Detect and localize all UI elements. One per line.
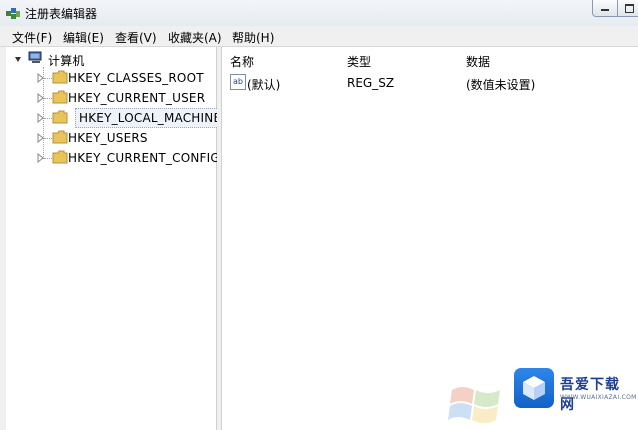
folder-icon <box>52 90 68 104</box>
string-value-icon: ab <box>230 74 246 90</box>
menu-edit[interactable]: 编辑(E) <box>61 29 106 46</box>
tree-item-label: HKEY_CURRENT_CONFIG <box>68 151 220 165</box>
tree-item-computer[interactable]: 计算机 <box>6 50 206 68</box>
tree-item-hkcr[interactable]: HKEY_CLASSES_ROOT <box>6 69 216 87</box>
tree-item-hkcu[interactable]: HKEY_CURRENT_USER <box>6 89 216 107</box>
column-header-type[interactable]: 类型 <box>347 53 371 70</box>
watermark-site: WWW.WUAIXIAZAI.COM <box>560 394 637 401</box>
menu-bar: 文件(F) 编辑(E) 查看(V) 收藏夹(A) 帮助(H) <box>0 26 638 47</box>
folder-icon <box>52 130 68 144</box>
tree-branch-line <box>44 98 52 99</box>
site-watermark: 吾爱下载网 WWW.WUAIXIAZAI.COM <box>510 368 637 413</box>
tree-branch-line <box>44 118 52 119</box>
tree-item-label: HKEY_CLASSES_ROOT <box>68 71 204 85</box>
tree-item-label: HKEY_CURRENT_USER <box>68 91 206 105</box>
tree-root-label: 计算机 <box>48 54 85 68</box>
tree-branch-line <box>44 78 52 79</box>
expand-arrow-icon[interactable] <box>36 133 44 143</box>
expand-arrow-icon[interactable] <box>36 113 44 123</box>
tree-item-label: HKEY_LOCAL_MACHINE <box>75 108 226 128</box>
collapse-arrow-icon[interactable] <box>14 54 22 64</box>
maximize-button[interactable] <box>617 0 638 17</box>
tree-item-hku[interactable]: HKEY_USERS <box>6 129 216 147</box>
tree-branch-line <box>44 158 52 159</box>
folder-icon <box>52 70 68 84</box>
tree-item-hkcc[interactable]: HKEY_CURRENT_CONFIG <box>6 149 220 167</box>
watermark-logo <box>514 368 554 408</box>
menu-favorites[interactable]: 收藏夹(A) <box>166 29 224 46</box>
menu-file[interactable]: 文件(F) <box>10 29 54 46</box>
expand-arrow-icon[interactable] <box>36 93 44 103</box>
folder-icon <box>52 150 68 164</box>
value-data: (数值未设置) <box>466 78 536 92</box>
minimize-icon <box>601 9 609 11</box>
folder-icon <box>52 110 68 124</box>
title-bar: 注册表编辑器 <box>0 0 638 26</box>
column-header-name[interactable]: 名称 <box>230 53 254 70</box>
windows-flag-watermark <box>448 387 500 423</box>
tree-item-label: HKEY_USERS <box>68 131 148 145</box>
tree-branch-line <box>44 138 52 139</box>
maximize-icon <box>625 4 634 13</box>
registry-editor-icon <box>6 8 20 19</box>
expand-arrow-icon[interactable] <box>36 73 44 83</box>
menu-help[interactable]: 帮助(H) <box>230 29 276 46</box>
key-tree[interactable]: 计算机 HKEY_CLASSES_ROOT HKEY_CURRENT_USER … <box>6 47 226 430</box>
expand-arrow-icon[interactable] <box>36 153 44 163</box>
value-type: REG_SZ <box>347 76 395 90</box>
box-icon <box>523 376 545 400</box>
column-header-data[interactable]: 数据 <box>466 53 490 70</box>
tree-item-hklm[interactable]: HKEY_LOCAL_MACHINE <box>6 108 226 128</box>
minimize-button[interactable] <box>592 0 618 17</box>
window-title: 注册表编辑器 <box>25 7 98 21</box>
computer-icon <box>28 51 42 63</box>
menu-view[interactable]: 查看(V) <box>113 29 159 46</box>
value-name: (默认) <box>247 78 281 92</box>
